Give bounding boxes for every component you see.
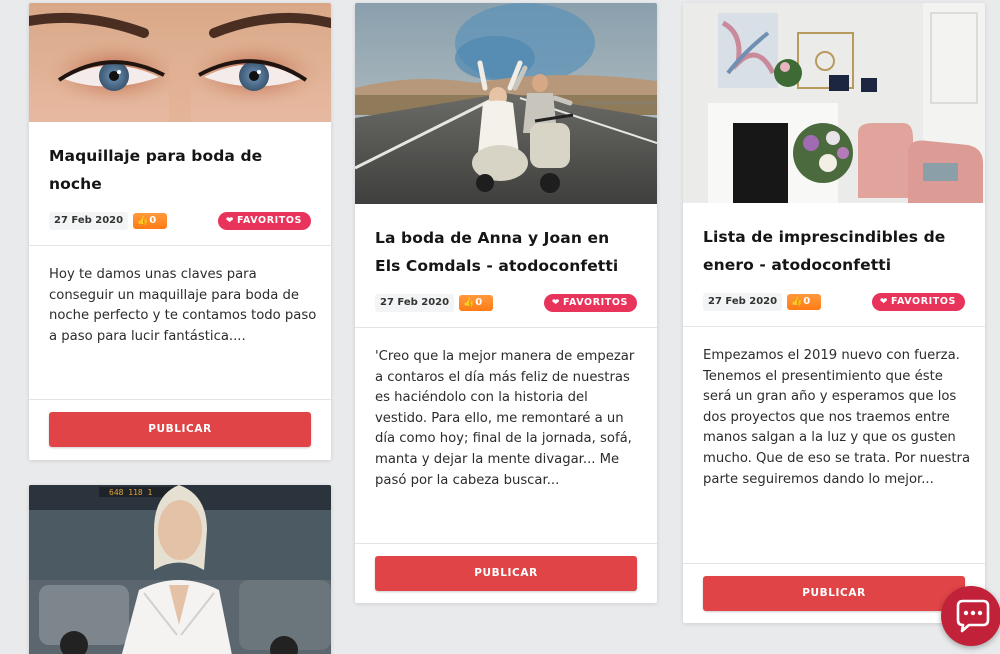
favorites-button[interactable]: ❤ FAVORITOS: [871, 293, 965, 311]
street-photo: 648 118 1: [29, 485, 331, 654]
post-title[interactable]: Lista de imprescindibles de enero - atod…: [703, 223, 967, 279]
publish-button[interactable]: PUBLICAR: [703, 576, 965, 611]
divider: [355, 327, 657, 328]
post-meta: 27 Feb 2020 👍0 ❤ FAVORITOS: [375, 294, 637, 312]
heart-icon: ❤: [879, 297, 888, 307]
post-image-street[interactable]: 648 118 1: [29, 485, 331, 654]
svg-text:648 118 1: 648 118 1: [109, 488, 153, 497]
publish-button[interactable]: PUBLICAR: [375, 556, 637, 591]
post-card: Lista de imprescindibles de enero - atod…: [683, 3, 985, 623]
favorites-button[interactable]: ❤ FAVORITOS: [543, 294, 637, 312]
post-date: 27 Feb 2020: [375, 294, 455, 312]
favorites-label: FAVORITOS: [562, 297, 628, 308]
eyes-photo: [29, 3, 331, 122]
living-room-photo: [683, 3, 985, 203]
likes-badge[interactable]: 👍0: [459, 295, 493, 311]
thumbs-up-icon: 👍: [137, 216, 149, 226]
publish-button[interactable]: PUBLICAR: [49, 412, 311, 447]
favorites-label: FAVORITOS: [236, 215, 302, 226]
post-excerpt: Empezamos el 2019 nuevo con fuerza. Tene…: [703, 348, 971, 487]
post-date: 27 Feb 2020: [703, 293, 783, 311]
post-excerpt: Hoy te damos unas claves para conseguir …: [49, 267, 317, 344]
heart-icon: ❤: [225, 216, 234, 226]
favorites-button[interactable]: ❤ FAVORITOS: [217, 212, 311, 230]
post-title[interactable]: La boda de Anna y Joan en Els Comdals - …: [375, 224, 639, 280]
post-image-eyes[interactable]: [29, 3, 331, 122]
post-meta: 27 Feb 2020 👍0 ❤ FAVORITOS: [703, 293, 965, 311]
post-image-wedding-scooter[interactable]: [355, 3, 657, 204]
divider: [683, 563, 985, 564]
post-card: La boda de Anna y Joan en Els Comdals - …: [355, 3, 657, 603]
thumbs-up-icon: 👍: [791, 297, 803, 307]
likes-count: 0: [149, 215, 157, 226]
divider: [355, 543, 657, 544]
thumbs-up-icon: 👍: [463, 298, 475, 308]
divider: [29, 245, 331, 246]
chat-button[interactable]: [941, 586, 1000, 646]
post-image-living-room[interactable]: [683, 3, 985, 203]
divider: [683, 326, 985, 327]
favorites-label: FAVORITOS: [890, 296, 956, 307]
chat-bubble-icon: [956, 599, 990, 633]
post-meta: 27 Feb 2020 👍0 ❤ FAVORITOS: [49, 212, 311, 230]
likes-badge[interactable]: 👍0: [133, 213, 167, 229]
heart-icon: ❤: [551, 298, 560, 308]
post-card: Maquillaje para boda de noche 27 Feb 202…: [29, 3, 331, 460]
likes-count: 0: [475, 297, 483, 308]
post-date: 27 Feb 2020: [49, 212, 129, 230]
likes-count: 0: [803, 296, 811, 307]
post-excerpt: 'Creo que la mejor manera de empezar a c…: [375, 349, 635, 488]
post-card: 648 118 1: [29, 485, 331, 654]
divider: [29, 399, 331, 400]
post-title[interactable]: Maquillaje para boda de noche: [49, 142, 313, 198]
wedding-scooter-photo: [355, 3, 657, 204]
likes-badge[interactable]: 👍0: [787, 294, 821, 310]
